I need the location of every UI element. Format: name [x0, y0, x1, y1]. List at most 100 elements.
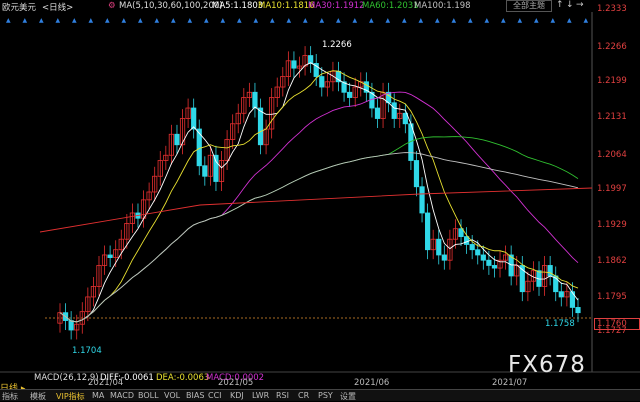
candle-body [547, 265, 553, 277]
marker-dot: ▲ [254, 17, 259, 24]
marker-dot: ▲ [402, 17, 407, 24]
tab-5[interactable]: BOLL [138, 391, 159, 400]
ma10-line [59, 70, 579, 323]
tab-2[interactable]: VIP指标 [56, 391, 85, 402]
candle-body [252, 91, 258, 109]
marker-dot: ▲ [237, 17, 242, 24]
marker-dot: ▲ [39, 17, 44, 24]
macd-dea: DEA:-0.0063 [156, 373, 210, 383]
candle-body [464, 236, 470, 245]
candle-body [436, 238, 442, 256]
candle-body [202, 165, 208, 177]
y-tick-label: 1.1997 [597, 184, 627, 194]
marker-dot: ▲ [485, 17, 490, 24]
marker-dot: ▲ [468, 17, 473, 24]
tab-11[interactable]: RSI [276, 391, 289, 400]
marker-dot: ▲ [353, 17, 358, 24]
candle-body [174, 133, 180, 146]
marker-dot: ▲ [501, 17, 506, 24]
marker-dot: ▲ [122, 17, 127, 24]
marker-dot: ▲ [221, 17, 226, 24]
x-label: 2021/05 [218, 378, 254, 388]
marker-dot: ▲ [518, 17, 523, 24]
candle-body [419, 186, 425, 214]
candle-body [257, 107, 264, 146]
marker-dot: ▲ [584, 17, 589, 24]
high-price-label: 1.2266 [322, 40, 352, 50]
marker-dot: ▲ [23, 17, 28, 24]
candle-body [213, 154, 219, 182]
tab-3[interactable]: MA [92, 391, 104, 400]
last-low-price-label: 1.1758 [545, 319, 575, 329]
marker-dot: ▲ [452, 17, 457, 24]
marker-dot: ▲ [72, 17, 77, 24]
candle-body [107, 254, 113, 258]
candle-body [441, 254, 447, 261]
ma100-line [59, 152, 579, 323]
current-price-box: 1.1760 [594, 318, 640, 330]
tab-1[interactable]: 模板 [30, 391, 46, 402]
marker-dot: ▲ [6, 17, 11, 24]
tab-6[interactable]: VOL [164, 391, 180, 400]
marker-dot: ▲ [336, 17, 341, 24]
y-tick-label: 1.2266 [597, 42, 627, 52]
marker-dot: ▲ [204, 17, 209, 24]
y-tick-label: 1.1795 [597, 292, 627, 302]
candle-body [475, 249, 481, 256]
marker-dot: ▲ [551, 17, 556, 24]
y-tick-label: 1.1929 [597, 220, 627, 230]
ma200-line [39, 187, 593, 233]
candle-body [413, 160, 420, 188]
tab-7[interactable]: BIAS [186, 391, 204, 400]
candlestick-chart[interactable]: ▲ ▲ ▲ ▲ ▲ ▲ ▲ ▲ ▲ ▲ ▲ ▲ ▲ ▲ ▲ ▲ ▲ ▲ ▲ ▲ ▲ ▲ ▲ ▲ ▲ ▲ ▲ ▲ ▲ ▲ ▲ ▲ ▲ ▲ ▲ ▲ [0, 0, 640, 400]
marker-dot: ▲ [386, 17, 391, 24]
marker-dot: ▲ [369, 17, 374, 24]
candle-body [480, 254, 486, 261]
tab-0[interactable]: 指标 [2, 391, 18, 402]
y-tick-label: 1.2333 [597, 4, 627, 14]
low-price-label: 1.1704 [72, 346, 102, 356]
marker-dot: ▲ [303, 17, 308, 24]
marker-dot: ▲ [270, 17, 275, 24]
y-tick-label: 1.2199 [597, 76, 627, 86]
x-label: 2021/07 [492, 378, 528, 388]
marker-dot: ▲ [138, 17, 143, 24]
candle-body [491, 265, 498, 269]
candle-body [308, 55, 314, 64]
y-tick-label: 1.1862 [597, 256, 627, 266]
indicator-tabs: 指标 模板 VIP指标 MA MACD BOLL VOL BIAS CCI KDJ LWR RSI CR… [0, 389, 640, 401]
candle-body [425, 212, 431, 251]
marker-dot: ▲ [320, 17, 325, 24]
tab-9[interactable]: KDJ [230, 391, 244, 400]
candle-body [68, 320, 74, 331]
tab-12[interactable]: CR [298, 391, 309, 400]
candle-body [191, 107, 197, 130]
candle-body [558, 291, 564, 298]
candle-body [319, 76, 325, 88]
marker-dot: ▲ [105, 17, 110, 24]
candle-body [575, 307, 581, 314]
tab-13[interactable]: PSY [318, 391, 333, 400]
ma5-line [59, 62, 579, 323]
marker-dot: ▲ [534, 17, 539, 24]
tab-10[interactable]: LWR [252, 391, 269, 400]
candle-body [374, 107, 381, 119]
x-label: 2021/04 [88, 378, 124, 388]
y-tick-label: 1.2131 [597, 112, 627, 122]
y-tick-label: 1.2064 [597, 150, 627, 160]
marker-dot: ▲ [155, 17, 160, 24]
tab-4[interactable]: MACD [110, 391, 134, 400]
marker-dot: ▲ [435, 17, 440, 24]
candle-body [391, 102, 397, 119]
marker-dot: ▲ [56, 17, 61, 24]
marker-dot: ▲ [419, 17, 424, 24]
x-label: 2021/06 [354, 378, 390, 388]
candle-body [347, 91, 353, 98]
marker-dot: ▲ [171, 17, 176, 24]
marker-dot: ▲ [287, 17, 292, 24]
marker-dot: ▲ [567, 17, 572, 24]
tab-14[interactable]: 设置 [340, 391, 356, 402]
candle-body [486, 259, 492, 266]
tab-8[interactable]: CCI [208, 391, 222, 400]
marker-dot: ▲ [188, 17, 193, 24]
